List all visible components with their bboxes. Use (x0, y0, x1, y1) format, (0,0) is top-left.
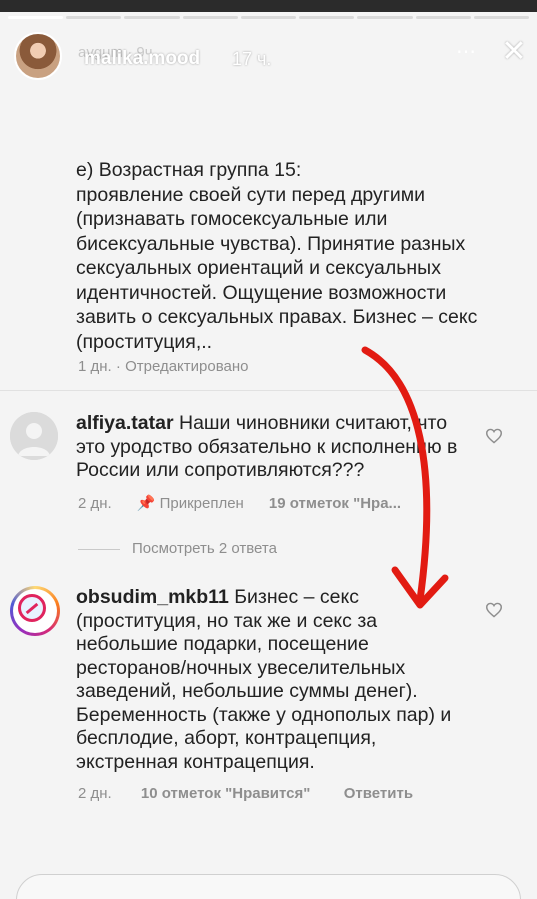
comment-likes[interactable]: 19 отметок "Нра... (269, 495, 401, 512)
story-time: 17 ч. (232, 49, 272, 69)
heart-icon[interactable] (485, 602, 503, 618)
comment-text: obsudim_mkb11 Бизнес – секс (проституция… (76, 586, 476, 774)
status-bar-area (0, 0, 537, 12)
comment-meta: 2 дн. 10 отметок "Нравится" Ответить (78, 785, 413, 802)
close-icon[interactable]: ✕ (498, 36, 530, 68)
section-divider (0, 390, 537, 391)
progress-segment (473, 16, 529, 19)
comment-age: 2 дн. (78, 495, 112, 512)
reply-input-box[interactable] (16, 874, 521, 899)
post-caption-text: е) Возрастная группа 15: проявление свое… (76, 159, 478, 353)
commenter-avatar[interactable] (10, 586, 60, 636)
view-replies-label: Посмотреть 2 ответа (132, 540, 277, 557)
default-avatar-icon[interactable] (10, 412, 58, 460)
progress-segment (357, 16, 413, 19)
progress-segment (182, 16, 238, 19)
progress-segment (299, 16, 355, 19)
comment-likes[interactable]: 10 отметок "Нравится" (141, 785, 310, 802)
no-entry-logo-icon (18, 594, 46, 622)
ellipsis-icon[interactable]: ⋯ (454, 40, 478, 64)
progress-segment (240, 16, 297, 19)
pinned-label: Прикреплен (159, 495, 244, 512)
story-progress-bar (8, 16, 529, 19)
comment-age: 2 дн. (78, 785, 112, 802)
pin-icon: 📌 (136, 495, 156, 512)
heart-icon[interactable] (485, 428, 503, 444)
caption-meta: 1 дн. · Отредактировано (78, 358, 248, 375)
comment-username[interactable]: alfiya.tatar (76, 412, 174, 434)
story-header: avgum · 9ч malika.mood 17 ч. ⋯ ✕ (14, 32, 527, 84)
progress-segment (66, 16, 122, 19)
comment-username[interactable]: obsudim_mkb11 (76, 586, 229, 608)
comment-item: obsudim_mkb11 Бизнес – секс (проституция… (10, 586, 537, 796)
caption-age: 1 дн. (78, 358, 112, 375)
comment-body: Бизнес – секс (проституция, но так же и … (76, 586, 452, 773)
reply-button[interactable]: Ответить (344, 785, 413, 802)
story-username[interactable]: malika.mood (84, 48, 200, 70)
story-screen: avgum · 9ч malika.mood 17 ч. ⋯ ✕ е) Возр… (0, 0, 537, 899)
comment-meta: 2 дн. 📌 Прикреплен 19 отметок "Нра... (78, 494, 401, 512)
comment-text: alfiya.tatar Наши чиновники считают, что… (76, 412, 476, 483)
progress-segment (415, 16, 471, 19)
caption-edited-label: Отредактировано (125, 358, 249, 375)
progress-segment (124, 16, 180, 19)
progress-segment (8, 16, 64, 19)
meta-separator: · (115, 358, 121, 375)
replies-line (78, 549, 120, 550)
story-author-avatar[interactable] (14, 32, 62, 80)
view-replies-button[interactable]: Посмотреть 2 ответа (78, 540, 378, 560)
